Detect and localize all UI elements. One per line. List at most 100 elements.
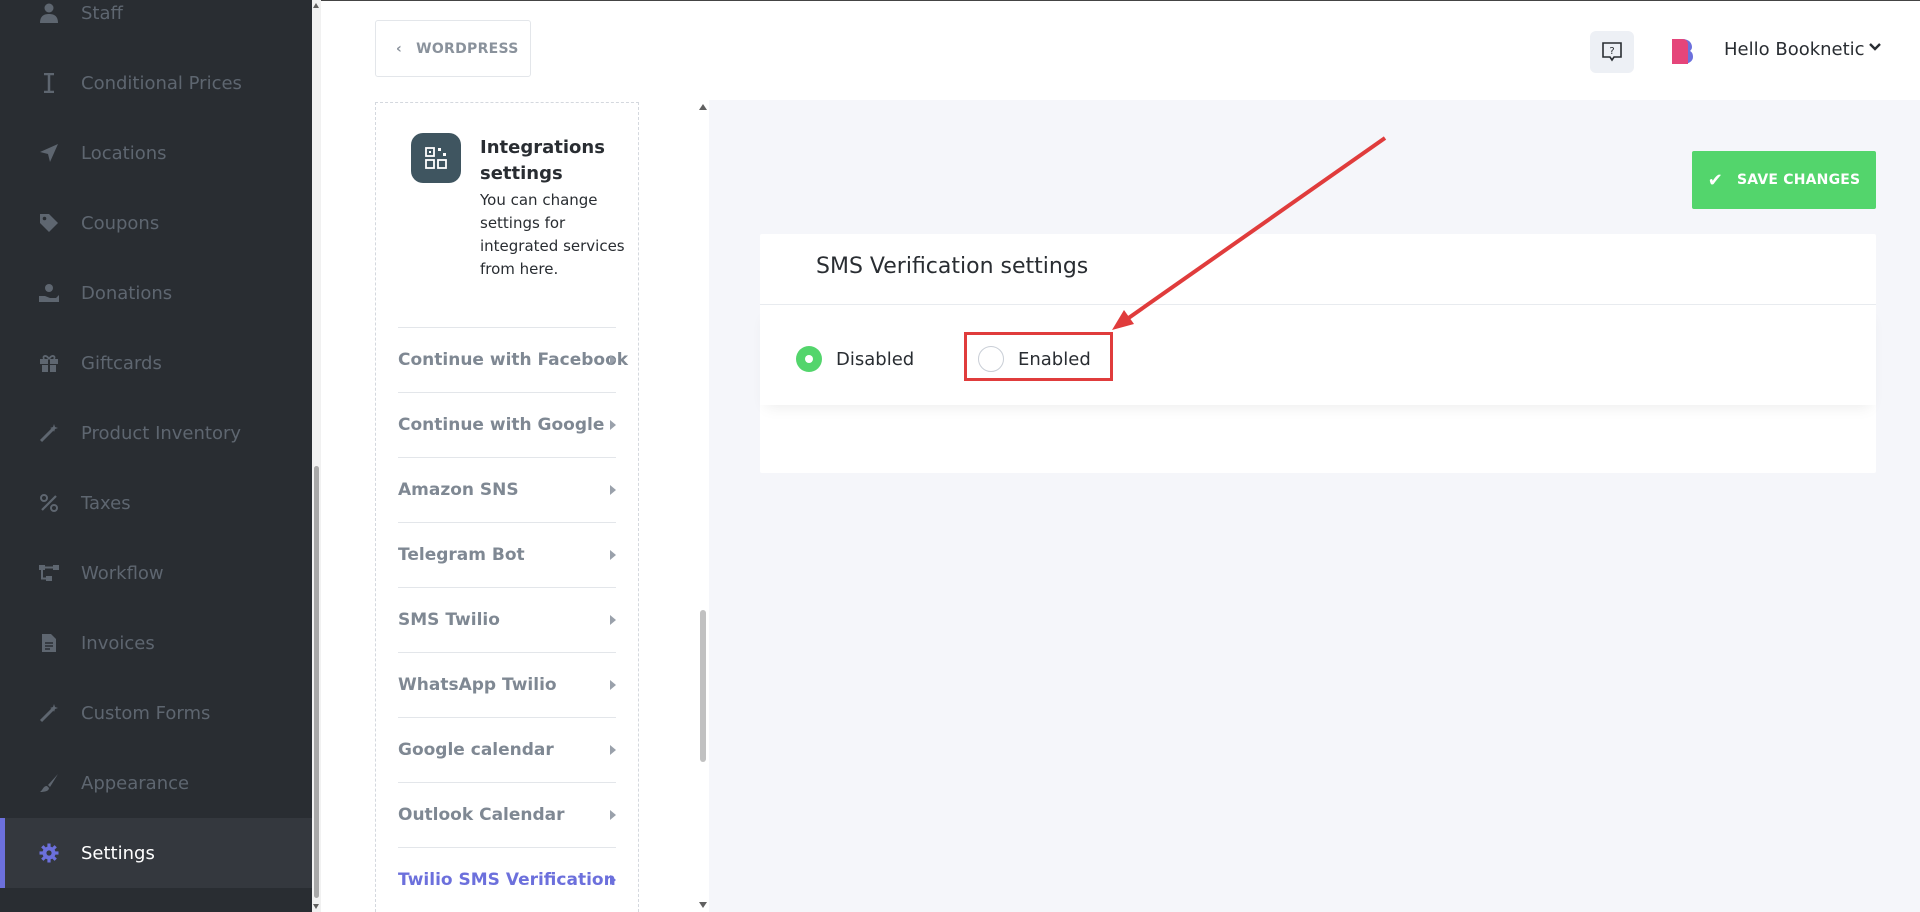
scroll-down-icon[interactable] (699, 902, 707, 908)
sidebar-item-staff[interactable]: Staff (0, 0, 312, 48)
chevron-left-icon: ‹ (396, 40, 403, 57)
nav-item-label: WhatsApp Twilio (398, 675, 557, 695)
location-arrow-icon (36, 140, 62, 166)
sidebar-item-label: Conditional Prices (81, 72, 242, 94)
sidebar-item-label: Taxes (81, 492, 131, 514)
sidebar-item-donations[interactable]: Donations (0, 258, 312, 328)
nav-item-label: Continue with Google (398, 415, 605, 435)
nav-item-label: Twilio SMS Verification (398, 870, 616, 890)
magic-wand-icon (36, 700, 62, 726)
nav-item-label: SMS Twilio (398, 610, 500, 630)
workflow-icon (36, 560, 62, 586)
nav-item-label: Amazon SNS (398, 480, 519, 500)
sidebar-item-coupons[interactable]: Coupons (0, 188, 312, 258)
panel-title: SMS Verification settings (816, 254, 1089, 279)
sidebar: Staff Conditional Prices Locations Coupo… (0, 0, 312, 912)
verification-options: Disabled Enabled (760, 305, 1876, 405)
nav-item-continue-with-facebook[interactable]: Continue with Facebook (398, 327, 628, 392)
chevron-down-icon[interactable] (1869, 41, 1881, 56)
gift-icon (36, 350, 62, 376)
caret-right-icon (610, 485, 616, 495)
nav-item-outlook-calendar[interactable]: Outlook Calendar (398, 782, 616, 847)
check-icon: ✔ (1707, 169, 1723, 191)
booknetic-logo (1670, 37, 1694, 65)
sidebar-item-workflow[interactable]: Workflow (0, 538, 312, 608)
help-button[interactable]: ? (1590, 31, 1634, 73)
sidebar-item-product-inventory[interactable]: Product Inventory (0, 398, 312, 468)
nav-item-amazon-sns[interactable]: Amazon SNS (398, 457, 616, 522)
radio-label: Disabled (836, 348, 915, 370)
nav-item-twilio-sms-verification[interactable]: Twilio SMS Verification (398, 847, 616, 912)
settings-nav-title: Integrations settings (480, 137, 605, 184)
percent-icon (36, 490, 62, 516)
sidebar-item-label: Appearance (81, 772, 190, 794)
save-changes-label: SAVE CHANGES (1736, 172, 1861, 188)
nav-item-continue-with-google[interactable]: Continue with Google (398, 392, 616, 457)
sidebar-item-settings[interactable]: Settings (0, 818, 312, 888)
radio-disabled[interactable]: Disabled (796, 346, 914, 372)
sidebar-item-custom-forms[interactable]: Custom Forms (0, 678, 312, 748)
sidebar-item-label: Giftcards (81, 352, 162, 374)
caret-right-icon (610, 550, 616, 560)
integrations-icon (411, 133, 461, 183)
wordpress-label: WORDPRESS (416, 40, 519, 57)
gear-icon (36, 840, 62, 866)
nav-item-google-calendar[interactable]: Google calendar (398, 717, 616, 782)
annotation-highlight-box (964, 332, 1113, 381)
page-scrollbar[interactable] (312, 0, 321, 912)
svg-text:?: ? (1609, 46, 1614, 57)
user-greeting[interactable]: Hello Booknetic (1724, 39, 1865, 60)
sidebar-item-giftcards[interactable]: Giftcards (0, 328, 312, 398)
paint-brush-icon (36, 770, 62, 796)
sidebar-item-label: Invoices (81, 632, 155, 654)
sidebar-item-invoices[interactable]: Invoices (0, 608, 312, 678)
sidebar-item-locations[interactable]: Locations (0, 118, 312, 188)
user-icon (36, 0, 62, 26)
scroll-up-icon[interactable] (699, 104, 707, 110)
caret-right-icon (610, 810, 616, 820)
radio-checked-icon[interactable] (796, 346, 822, 372)
sidebar-item-label: Custom Forms (81, 702, 211, 724)
invoice-icon (36, 630, 62, 656)
wordpress-back-button[interactable]: ‹ WORDPRESS (375, 20, 531, 77)
top-header: ‹ WORDPRESS ? Hello Booknetic (321, 0, 1920, 100)
nav-item-sms-twilio[interactable]: SMS Twilio (398, 587, 616, 652)
help-chat-icon: ? (1602, 42, 1622, 62)
settings-nav-column: Integrations settings You can change set… (321, 100, 709, 912)
caret-right-icon (610, 615, 616, 625)
sidebar-item-label: Product Inventory (81, 422, 242, 444)
caret-right-icon (610, 875, 616, 885)
sidebar-item-label: Staff (81, 2, 123, 24)
settings-nav-card: Integrations settings You can change set… (375, 102, 639, 912)
caret-right-icon (610, 680, 616, 690)
sidebar-item-label: Settings (81, 842, 155, 864)
tag-icon (36, 210, 62, 236)
scrollbar-thumb[interactable] (314, 466, 319, 898)
nav-item-label: Continue with Facebook (398, 350, 629, 370)
caret-right-icon (610, 355, 616, 365)
scrollbar-thumb[interactable] (700, 610, 706, 762)
cursor-icon (36, 70, 62, 96)
sms-verification-panel: SMS Verification settings Disabled Enabl… (760, 234, 1876, 473)
sidebar-item-label: Donations (81, 282, 173, 304)
hand-holding-icon (36, 280, 62, 306)
scroll-down-icon[interactable] (313, 904, 319, 909)
settings-nav-description: You can change settings for integrated s… (480, 191, 625, 278)
nav-item-label: Outlook Calendar (398, 805, 565, 825)
scroll-up-icon[interactable] (313, 3, 319, 8)
sidebar-item-conditional-prices[interactable]: Conditional Prices (0, 48, 312, 118)
sidebar-item-taxes[interactable]: Taxes (0, 468, 312, 538)
sidebar-item-label: Coupons (81, 212, 160, 234)
nav-item-telegram-bot[interactable]: Telegram Bot (398, 522, 616, 587)
caret-right-icon (610, 745, 616, 755)
magic-wand-icon (36, 420, 62, 446)
nav-item-label: Telegram Bot (398, 545, 525, 565)
nav-item-label: Google calendar (398, 740, 554, 760)
caret-right-icon (610, 420, 616, 430)
sidebar-item-label: Workflow (81, 562, 164, 584)
settings-nav-scrollbar[interactable] (697, 100, 709, 912)
save-changes-button[interactable]: ✔ SAVE CHANGES (1692, 151, 1876, 209)
nav-item-whatsapp-twilio[interactable]: WhatsApp Twilio (398, 652, 616, 717)
sidebar-item-appearance[interactable]: Appearance (0, 748, 312, 818)
sidebar-item-label: Locations (81, 142, 167, 164)
